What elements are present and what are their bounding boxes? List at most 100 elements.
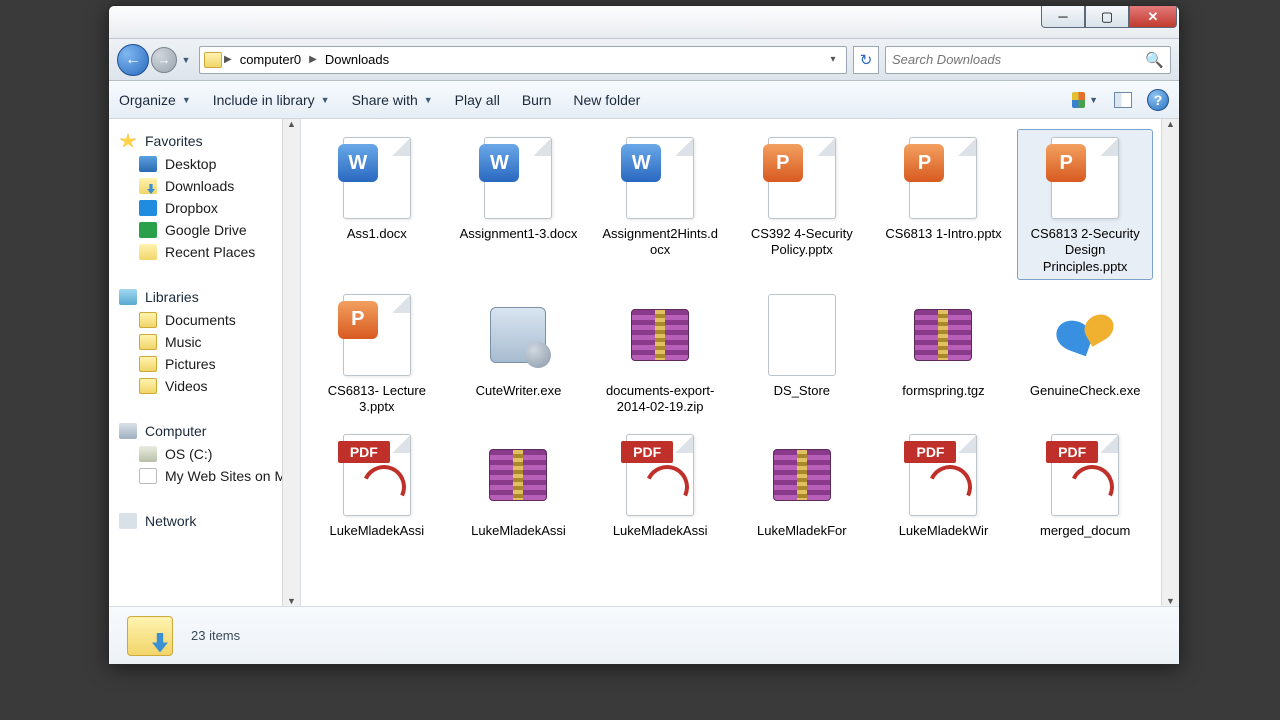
sidebar-item-os-c[interactable]: OS (C:) bbox=[109, 443, 300, 465]
downloads-icon bbox=[139, 178, 157, 194]
folder-icon bbox=[139, 378, 157, 394]
archive-file-icon bbox=[475, 431, 561, 519]
blank-file-icon bbox=[759, 291, 845, 379]
search-input[interactable] bbox=[892, 52, 1145, 67]
forward-button[interactable]: → bbox=[151, 47, 177, 73]
sidebar-item-downloads[interactable]: Downloads bbox=[109, 175, 300, 197]
sidebar-libraries[interactable]: Libraries bbox=[109, 285, 300, 309]
file-name: LukeMladekAssi bbox=[330, 523, 425, 539]
file-name: DS_Store bbox=[774, 383, 830, 399]
sidebar-favorites[interactable]: Favorites bbox=[109, 129, 300, 153]
navigation-pane: Favorites Desktop Downloads Dropbox Goog… bbox=[109, 119, 301, 606]
close-button[interactable]: ✕ bbox=[1129, 6, 1177, 28]
refresh-button[interactable]: ↻ bbox=[853, 46, 879, 74]
libraries-icon bbox=[119, 289, 137, 305]
file-item[interactable]: P CS6813- Lecture 3.pptx bbox=[309, 286, 445, 421]
file-name: LukeMladekFor bbox=[757, 523, 847, 539]
word-file-icon: W bbox=[334, 134, 420, 222]
maximize-button[interactable]: ▢ bbox=[1085, 6, 1129, 28]
preview-pane-button[interactable] bbox=[1109, 87, 1137, 113]
sidebar-item-gdrive[interactable]: Google Drive bbox=[109, 219, 300, 241]
view-icon bbox=[1072, 92, 1085, 108]
sidebar-item-videos[interactable]: Videos bbox=[109, 375, 300, 397]
file-name: LukeMladekAssi bbox=[613, 523, 708, 539]
nav-history-dropdown[interactable]: ▼ bbox=[179, 55, 193, 65]
downloads-folder-icon bbox=[127, 616, 173, 656]
explorer-window: ─ ▢ ✕ ← → ▼ ▶ computer0 ▶ Downloads ▾ ↻ … bbox=[108, 5, 1180, 665]
sidebar-network[interactable]: Network bbox=[109, 509, 300, 533]
minimize-button[interactable]: ─ bbox=[1041, 6, 1085, 28]
network-icon bbox=[119, 513, 137, 529]
sidebar-item-documents[interactable]: Documents bbox=[109, 309, 300, 331]
breadcrumb-dropdown[interactable]: ▾ bbox=[824, 54, 842, 65]
sidebar-item-dropbox[interactable]: Dropbox bbox=[109, 197, 300, 219]
folder-icon bbox=[139, 312, 157, 328]
search-box[interactable]: 🔍 bbox=[885, 46, 1171, 74]
ppt-file-icon: P bbox=[900, 134, 986, 222]
file-item[interactable]: W Ass1.docx bbox=[309, 129, 445, 280]
titlebar[interactable]: ─ ▢ ✕ bbox=[109, 6, 1179, 39]
ppt-file-icon: P bbox=[334, 291, 420, 379]
content-scrollbar[interactable]: ▲▼ bbox=[1161, 119, 1179, 606]
file-list[interactable]: W Ass1.docxW Assignment1-3.docxW Assignm… bbox=[301, 119, 1179, 606]
breadcrumb-computer0[interactable]: computer0 bbox=[234, 52, 307, 67]
file-item[interactable]: LukeMladekFor bbox=[734, 426, 870, 544]
archive-file-icon bbox=[900, 291, 986, 379]
view-options-button[interactable]: ▼ bbox=[1071, 87, 1099, 113]
file-item[interactable]: PDF LukeMladekWir bbox=[876, 426, 1012, 544]
file-item[interactable]: DS_Store bbox=[734, 286, 870, 421]
file-name: merged_docum bbox=[1040, 523, 1130, 539]
file-name: formspring.tgz bbox=[902, 383, 984, 399]
recent-icon bbox=[139, 244, 157, 260]
folder-icon bbox=[139, 356, 157, 372]
file-item[interactable]: P CS6813 1-Intro.pptx bbox=[876, 129, 1012, 280]
sidebar-item-pictures[interactable]: Pictures bbox=[109, 353, 300, 375]
file-item[interactable]: W Assignment1-3.docx bbox=[451, 129, 587, 280]
chevron-right-icon[interactable]: ▶ bbox=[224, 54, 232, 65]
file-name: Ass1.docx bbox=[347, 226, 407, 242]
breadcrumb-downloads[interactable]: Downloads bbox=[319, 52, 395, 67]
include-library-menu[interactable]: Include in library▼ bbox=[213, 92, 330, 108]
file-name: Assignment1-3.docx bbox=[460, 226, 578, 242]
pdf-file-icon: PDF bbox=[334, 431, 420, 519]
back-button[interactable]: ← bbox=[117, 44, 149, 76]
file-name: CS6813- Lecture 3.pptx bbox=[317, 383, 437, 416]
new-folder-button[interactable]: New folder bbox=[573, 92, 640, 108]
pdf-file-icon: PDF bbox=[900, 431, 986, 519]
file-item[interactable]: documents-export-2014-02-19.zip bbox=[592, 286, 728, 421]
play-all-button[interactable]: Play all bbox=[455, 92, 500, 108]
sidebar-scrollbar[interactable]: ▲▼ bbox=[282, 119, 300, 606]
computer-icon bbox=[119, 423, 137, 439]
breadcrumb[interactable]: ▶ computer0 ▶ Downloads ▾ bbox=[199, 46, 847, 74]
file-item[interactable]: LukeMladekAssi bbox=[451, 426, 587, 544]
sidebar-item-music[interactable]: Music bbox=[109, 331, 300, 353]
gdrive-icon bbox=[139, 222, 157, 238]
file-item[interactable]: CuteWriter.exe bbox=[451, 286, 587, 421]
gc-file-icon bbox=[1042, 291, 1128, 379]
file-name: CS6813 1-Intro.pptx bbox=[885, 226, 1001, 242]
page-icon bbox=[139, 468, 157, 484]
file-item[interactable]: P CS6813 2-Security Design Principles.pp… bbox=[1017, 129, 1153, 280]
address-bar: ← → ▼ ▶ computer0 ▶ Downloads ▾ ↻ 🔍 bbox=[109, 39, 1179, 81]
file-item[interactable]: formspring.tgz bbox=[876, 286, 1012, 421]
sidebar-item-desktop[interactable]: Desktop bbox=[109, 153, 300, 175]
file-item[interactable]: PDF merged_docum bbox=[1017, 426, 1153, 544]
sidebar-item-websites[interactable]: My Web Sites on M bbox=[109, 465, 300, 487]
file-item[interactable]: PDF LukeMladekAssi bbox=[309, 426, 445, 544]
file-item[interactable]: W Assignment2Hints.docx bbox=[592, 129, 728, 280]
help-button[interactable]: ? bbox=[1147, 89, 1169, 111]
status-item-count: 23 items bbox=[191, 628, 240, 643]
pdf-file-icon: PDF bbox=[617, 431, 703, 519]
file-name: CS392 4-Security Policy.pptx bbox=[742, 226, 862, 259]
organize-menu[interactable]: Organize▼ bbox=[119, 92, 191, 108]
share-with-menu[interactable]: Share with▼ bbox=[352, 92, 433, 108]
file-item[interactable]: GenuineCheck.exe bbox=[1017, 286, 1153, 421]
file-item[interactable]: P CS392 4-Security Policy.pptx bbox=[734, 129, 870, 280]
sidebar-computer[interactable]: Computer bbox=[109, 419, 300, 443]
burn-button[interactable]: Burn bbox=[522, 92, 552, 108]
sidebar-item-recent[interactable]: Recent Places bbox=[109, 241, 300, 263]
chevron-right-icon[interactable]: ▶ bbox=[309, 54, 317, 65]
word-file-icon: W bbox=[475, 134, 561, 222]
search-icon[interactable]: 🔍 bbox=[1145, 51, 1164, 69]
file-item[interactable]: PDF LukeMladekAssi bbox=[592, 426, 728, 544]
